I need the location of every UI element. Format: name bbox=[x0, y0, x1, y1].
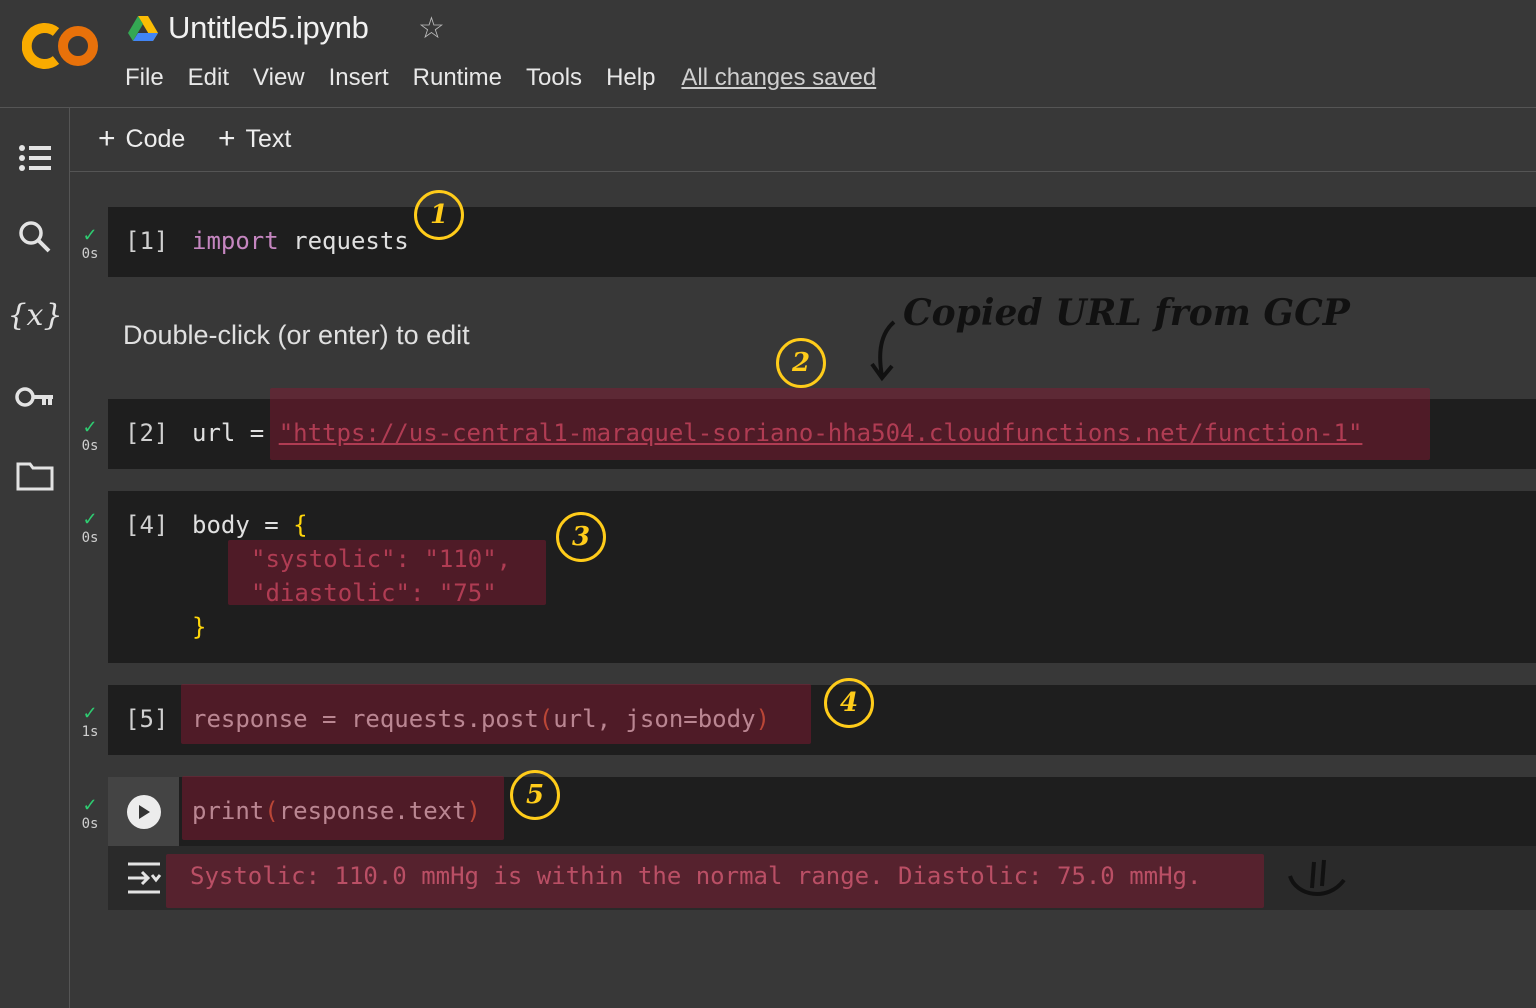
annotation-number: 3 bbox=[556, 512, 606, 562]
exec-count: [1] bbox=[125, 227, 169, 255]
highlight-box bbox=[166, 854, 1264, 908]
add-code-label: Code bbox=[125, 124, 186, 153]
list-icon[interactable] bbox=[15, 138, 55, 178]
star-icon[interactable]: ☆ bbox=[418, 12, 445, 46]
code-line[interactable]: body = { bbox=[192, 511, 308, 539]
cell-status: ✓ 0s bbox=[78, 796, 102, 832]
menu-help[interactable]: Help bbox=[606, 62, 655, 94]
code-text: url = bbox=[192, 419, 279, 447]
annotation-number: 1 bbox=[414, 190, 464, 240]
cell-status: ✓ 0s bbox=[78, 226, 102, 262]
run-cell-button[interactable] bbox=[108, 777, 179, 847]
code-text: body = bbox=[192, 511, 294, 539]
add-code-button[interactable]: + Code bbox=[98, 122, 185, 156]
colab-logo[interactable] bbox=[22, 20, 100, 72]
code-cell[interactable]: [1] import requests bbox=[108, 207, 1536, 277]
highlight-box bbox=[270, 388, 1430, 460]
menu-runtime[interactable]: Runtime bbox=[413, 62, 502, 94]
header: Untitled5.ipynb ☆ File Edit View Insert … bbox=[0, 0, 1536, 108]
code-line[interactable]: import requests bbox=[192, 227, 409, 255]
brace[interactable]: } bbox=[192, 613, 206, 641]
menu-insert[interactable]: Insert bbox=[329, 62, 389, 94]
sidebar: {x} bbox=[0, 108, 70, 1008]
search-icon[interactable] bbox=[15, 217, 55, 257]
check-icon: ✓ bbox=[82, 703, 98, 723]
annotation-number: 4 bbox=[824, 678, 874, 728]
highlight-box bbox=[182, 776, 504, 840]
exec-time: 1s bbox=[81, 724, 99, 740]
check-icon: ✓ bbox=[82, 225, 98, 245]
cell-status: ✓ 0s bbox=[78, 510, 102, 546]
notebook-title[interactable]: Untitled5.ipynb bbox=[168, 10, 369, 46]
menu-tools[interactable]: Tools bbox=[526, 62, 582, 94]
drive-icon[interactable] bbox=[128, 14, 158, 42]
play-icon bbox=[126, 795, 161, 829]
check-icon: ✓ bbox=[82, 795, 98, 815]
exec-time: 0s bbox=[81, 816, 99, 832]
variables-icon[interactable]: {x} bbox=[7, 295, 62, 335]
exec-count: [2] bbox=[125, 419, 169, 447]
annotation-number: 2 bbox=[776, 338, 826, 388]
output-toggle-icon[interactable] bbox=[124, 860, 164, 896]
menu-view[interactable]: View bbox=[253, 62, 305, 94]
exec-time: 0s bbox=[81, 438, 99, 454]
menu-edit[interactable]: Edit bbox=[188, 62, 229, 94]
save-status-link[interactable]: All changes saved bbox=[681, 62, 876, 94]
menu-bar: File Edit View Insert Runtime Tools Help… bbox=[125, 62, 900, 94]
exec-time: 0s bbox=[81, 530, 99, 546]
add-text-button[interactable]: + Text bbox=[218, 122, 291, 156]
arrow-icon bbox=[870, 320, 896, 382]
plus-icon: + bbox=[98, 122, 116, 155]
key-icon[interactable] bbox=[15, 377, 55, 417]
highlight-box bbox=[228, 540, 546, 605]
exec-count: [5] bbox=[125, 705, 169, 733]
exec-count: [4] bbox=[125, 511, 169, 539]
code-text: requests bbox=[278, 227, 409, 255]
plus-icon: + bbox=[218, 122, 236, 155]
check-icon: ✓ bbox=[82, 509, 98, 529]
highlight-box bbox=[181, 684, 811, 744]
scribble-mark-icon bbox=[1288, 859, 1346, 896]
menu-file[interactable]: File bbox=[125, 62, 164, 94]
annotation-note: Copied URL from GCP bbox=[903, 292, 1350, 334]
folder-icon[interactable] bbox=[15, 456, 55, 496]
brace: { bbox=[293, 511, 308, 539]
exec-time: 0s bbox=[81, 246, 99, 262]
cell-status: ✓ 1s bbox=[78, 704, 102, 740]
cell-status: ✓ 0s bbox=[78, 418, 102, 454]
keyword: import bbox=[192, 227, 279, 255]
notebook-toolbar: + Code + Text bbox=[70, 108, 1536, 172]
check-icon: ✓ bbox=[82, 417, 98, 437]
text-cell[interactable]: Double-click (or enter) to edit bbox=[123, 320, 470, 351]
add-text-label: Text bbox=[245, 124, 292, 153]
annotation-number: 5 bbox=[510, 770, 560, 820]
